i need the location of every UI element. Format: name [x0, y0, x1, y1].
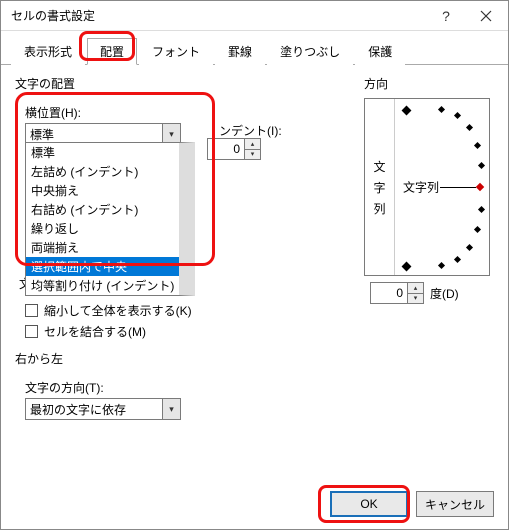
spinner-buttons[interactable]: ▴▾ [407, 283, 423, 303]
text-direction-value: 最初の文字に依存 [26, 401, 162, 418]
option-center-across[interactable]: 選択範囲内で中央 [26, 257, 179, 276]
tab-strip: 表示形式 配置 フォント 罫線 塗りつぶし 保護 [1, 31, 508, 65]
text-direction-label: 文字の方向(T): [25, 379, 494, 396]
ok-button[interactable]: OK [330, 491, 408, 517]
text-alignment-legend: 文字の配置 [15, 75, 75, 92]
dial-text: 文字列 [403, 179, 439, 196]
tab-alignment[interactable]: 配置 [87, 38, 137, 65]
help-button[interactable]: ? [426, 2, 466, 30]
orientation-box: 文 字 列 文字列 [364, 98, 490, 276]
option-center[interactable]: 中央揃え [26, 181, 179, 200]
indent-label: ンデント(I): [219, 122, 282, 139]
option-left-indent[interactable]: 左詰め (インデント) [26, 162, 179, 181]
orientation-legend: 方向 [364, 77, 388, 91]
orientation-vertical-button[interactable]: 文 字 列 [365, 99, 395, 275]
format-cells-dialog: セルの書式設定 ? 表示形式 配置 フォント 罫線 塗りつぶし 保護 文字の配置… [0, 0, 509, 530]
horizontal-combo-value: 標準 [26, 126, 162, 143]
dialog-buttons: OK キャンセル [330, 491, 494, 517]
vert-char: 列 [373, 200, 385, 217]
dialog-content: 文字の配置 横位置(H): 標準 ▾ 標準 左詰め (インデント) 中央揃え 右… [1, 65, 508, 529]
dialog-title: セルの書式設定 [11, 7, 426, 24]
merge-label: セルを結合する(M) [44, 323, 146, 340]
cancel-button[interactable]: キャンセル [416, 491, 494, 517]
ok-label: OK [360, 497, 377, 511]
checkbox-icon [25, 325, 38, 338]
text-direction-combo[interactable]: 最初の文字に依存 ▾ [25, 398, 181, 420]
chevron-down-icon: ▾ [162, 399, 180, 419]
horizontal-dropdown-list[interactable]: 標準 左詰め (インデント) 中央揃え 右詰め (インデント) 繰り返し 両端揃… [25, 142, 195, 296]
degree-spinner[interactable]: 0 ▴▾ [370, 282, 424, 304]
title-bar: セルの書式設定 ? [1, 1, 508, 31]
degree-label: 度(D) [430, 285, 459, 302]
tab-number[interactable]: 表示形式 [11, 38, 85, 65]
dial-line [440, 187, 476, 188]
rtl-legend: 右から左 [15, 350, 63, 367]
cancel-label: キャンセル [425, 496, 485, 513]
chevron-down-icon: ▾ [162, 124, 180, 144]
orientation-dial[interactable]: 文字列 [395, 99, 489, 275]
close-button[interactable] [466, 2, 506, 30]
degree-value: 0 [371, 286, 407, 300]
indent-value: 0 [208, 142, 244, 156]
spinner-buttons[interactable]: ▴▾ [244, 139, 260, 159]
option-justify[interactable]: 両端揃え [26, 238, 179, 257]
tab-font[interactable]: フォント [139, 38, 213, 65]
option-right-indent[interactable]: 右詰め (インデント) [26, 200, 179, 219]
checkbox-icon [25, 304, 38, 317]
shrink-to-fit-checkbox[interactable]: 縮小して全体を表示する(K) [25, 302, 494, 319]
indent-spinner[interactable]: 0 ▴▾ [207, 138, 261, 160]
shrink-label: 縮小して全体を表示する(K) [44, 302, 192, 319]
option-standard[interactable]: 標準 [26, 143, 179, 162]
merge-cells-checkbox[interactable]: セルを結合する(M) [25, 323, 494, 340]
vert-char: 文 [373, 158, 385, 175]
dial-indicator [476, 183, 484, 191]
option-distributed[interactable]: 均等割り付け (インデント) [26, 276, 179, 295]
orientation-group: 方向 文 字 列 文字列 [364, 75, 490, 304]
option-repeat[interactable]: 繰り返し [26, 219, 179, 238]
tab-border[interactable]: 罫線 [215, 38, 265, 65]
tab-fill[interactable]: 塗りつぶし [267, 38, 353, 65]
tab-protection[interactable]: 保護 [355, 38, 405, 65]
rtl-group: 右から左 文字の方向(T): 最初の文字に依存 ▾ [15, 350, 494, 420]
vert-char: 字 [373, 179, 385, 196]
